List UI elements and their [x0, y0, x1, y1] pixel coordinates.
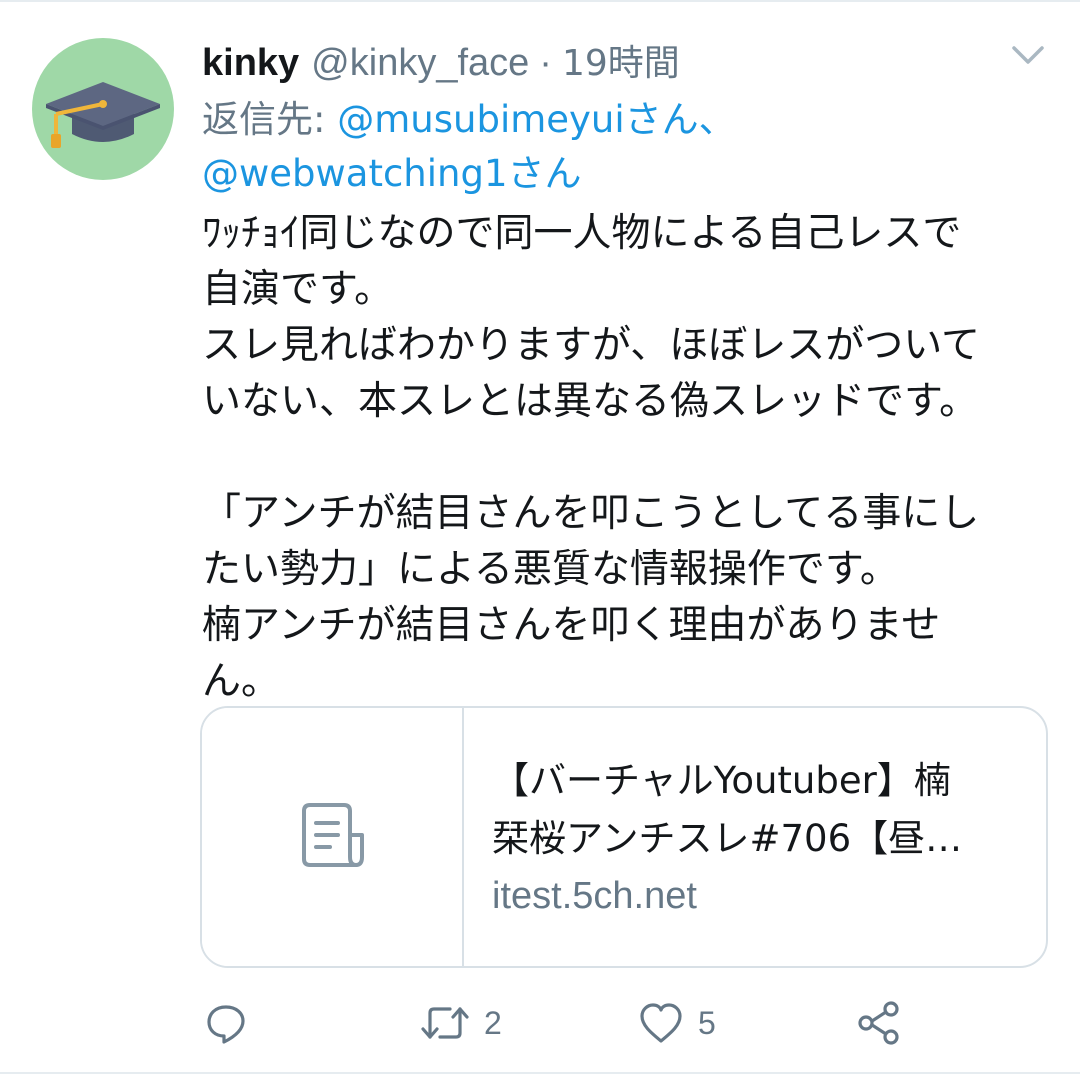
reply-to-line-2: @webwatching1さん [202, 146, 582, 202]
tweet-text-line: ﾜｯﾁｮｲ同じなので同一人物による自己レスで [202, 211, 962, 256]
tweet-text: ﾜｯﾁｮｲ同じなので同一人物による自己レスで 自演です。 スレ見ればわかりますが… [202, 206, 1052, 710]
tweet-text-line: スレ見ればわかりますが、ほぼレスがついて [202, 323, 981, 368]
link-card[interactable]: 【バーチャルYoutuber】楠 栞桜アンチスレ#706【昼… itest.5c… [200, 706, 1048, 968]
tweet-text-line: 楠アンチが結目さんを叩く理由がありませ [202, 603, 941, 648]
link-card-body: 【バーチャルYoutuber】楠 栞桜アンチスレ#706【昼… itest.5c… [464, 708, 1046, 966]
reply-mention[interactable]: @webwatching1さん [202, 152, 582, 195]
link-card-title-line: 栞桜アンチスレ#706【昼… [492, 817, 963, 860]
link-card-domain: itest.5ch.net [492, 875, 697, 917]
retweet-button[interactable]: 2 [420, 996, 502, 1050]
reply-button[interactable] [204, 996, 248, 1050]
tweet-text-line: ん。 [202, 659, 281, 704]
share-icon [858, 1001, 899, 1045]
bottom-divider [0, 1072, 1080, 1074]
link-card-title-line: 【バーチャルYoutuber】楠 [492, 759, 951, 802]
top-divider [0, 0, 1080, 2]
link-card-thumbnail [202, 708, 464, 966]
reply-prefix: 返信先: [202, 98, 338, 141]
heart-icon [640, 1003, 682, 1043]
display-name[interactable]: kinky [202, 42, 299, 85]
tweet-text-line: いない、本スレとは異なる偽スレッドです。 [202, 379, 979, 424]
tweet-text-line [202, 430, 1052, 486]
tweet-text-line: 自演です。 [202, 267, 394, 312]
like-button[interactable]: 5 [638, 996, 716, 1050]
retweet-icon [421, 1007, 469, 1039]
tweet-text-line: たい勢力」による悪質な情報操作です。 [202, 547, 899, 592]
reply-icon [207, 1005, 245, 1044]
reply-to-line: 返信先: @musubimeyuiさん、 [202, 92, 736, 148]
user-handle[interactable]: @kinky_face [311, 42, 529, 85]
tweet-header: kinky @kinky_face · 19時間 [202, 34, 680, 90]
tweet-text-line: 「アンチが結目さんを叩こうとしてる事にし [202, 491, 980, 536]
retweet-count: 2 [484, 1004, 502, 1041]
separator-dot: · [539, 42, 552, 84]
link-card-title: 【バーチャルYoutuber】楠 栞桜アンチスレ#706【昼… [492, 752, 1022, 868]
chevron-down-icon[interactable] [1008, 40, 1048, 70]
like-count: 5 [698, 1004, 716, 1041]
tweet-actions: 2 5 [200, 996, 920, 1050]
share-button[interactable] [856, 996, 902, 1050]
graduation-cap-icon [46, 82, 160, 148]
timestamp[interactable]: 19時間 [562, 34, 680, 86]
document-icon [302, 803, 364, 867]
avatar[interactable] [32, 38, 174, 180]
reply-mention[interactable]: @musubimeyuiさん、 [337, 98, 735, 141]
